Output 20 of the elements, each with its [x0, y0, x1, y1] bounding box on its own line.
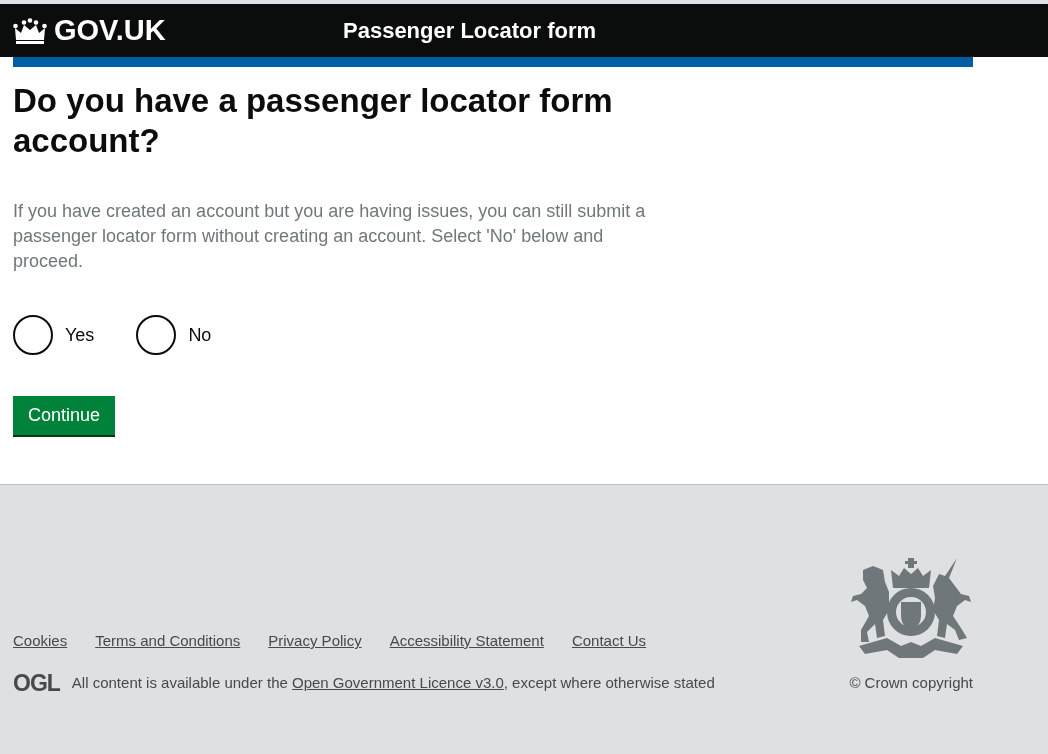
radio-button[interactable] [136, 315, 177, 355]
ogl-logo: OGL [13, 671, 60, 695]
licence-link[interactable]: Open Government Licence v3.0 [292, 673, 504, 691]
hint-text: If you have created an account but you are having issues, you can still submit a passenger locator form without creating an account. Select 'No' below and proceed. [13, 200, 647, 273]
crest-icon [849, 558, 973, 660]
crown-icon [13, 17, 47, 44]
question-heading: Do you have a passenger locator form account? [13, 81, 614, 161]
footer-link[interactable]: Accessibility Statement [389, 630, 544, 653]
service-name-link[interactable]: Passenger Locator form [343, 19, 597, 42]
footer-link[interactable]: Contact Us [571, 630, 647, 653]
copyright-text: © Crown copyright [849, 673, 973, 693]
radio-button[interactable] [13, 315, 53, 355]
continue-button[interactable]: Continue [13, 396, 116, 435]
radio-label[interactable]: Yes [65, 321, 95, 349]
footer-link[interactable]: Terms and Conditions [95, 630, 241, 653]
licence-text: All content is available under the Open Government Licence v3.0, except where otherwise stated [71, 672, 715, 693]
govuk-logo-link[interactable]: GOV.UK [13, 16, 166, 45]
radio-label[interactable]: No [188, 321, 212, 349]
footer-link[interactable]: Cookies [13, 630, 68, 653]
footer-link[interactable]: Privacy Policy [268, 630, 362, 653]
